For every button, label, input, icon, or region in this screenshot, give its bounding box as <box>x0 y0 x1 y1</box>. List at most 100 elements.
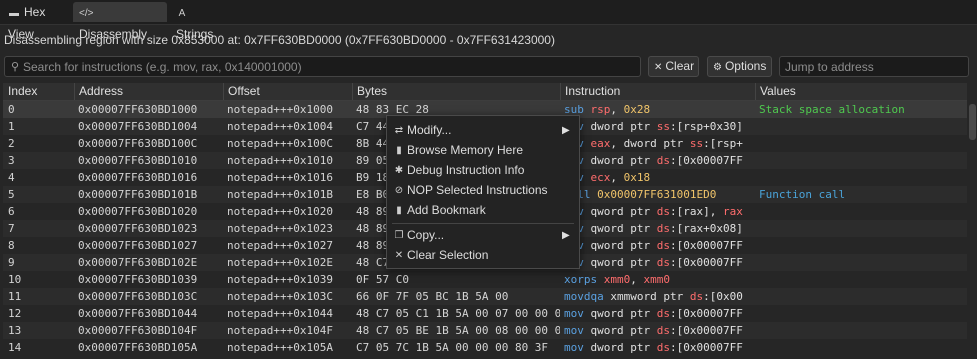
instruction-operand: ds <box>656 341 670 354</box>
menu-item-add-bookmark[interactable]: ▮ Add Bookmark <box>387 201 579 220</box>
region-info: Disassembling region with size 0x853000 … <box>4 33 555 47</box>
row-value: Function call <box>759 188 846 201</box>
row-bytes: 48 C7 05 C1 1B 5A 00 07 00 00 00 <box>356 307 560 320</box>
row-address: 0x00007FF630BD101B <box>78 188 198 201</box>
row-address: 0x00007FF630BD1023 <box>78 222 198 235</box>
menu-item-copy[interactable]: ❐ Copy... ▶ <box>387 226 579 245</box>
menu-item-debug-instruction-info[interactable]: ✱ Debug Instruction Info <box>387 161 579 180</box>
row-index: 0 <box>8 103 15 116</box>
tab-strings[interactable]: AStrings <box>170 2 230 41</box>
jump-to-address-input[interactable] <box>785 59 963 75</box>
table-row[interactable]: 12 0x00007FF630BD1044 notepad+++0x1044 48 C… <box>3 305 967 322</box>
column-header-address[interactable]: Address <box>74 83 223 100</box>
instruction-operand: rsp <box>590 103 611 116</box>
row-value <box>755 339 967 356</box>
search-input[interactable] <box>23 59 633 75</box>
row-instruction: movdqa xmmword ptr ds:[0x00 <box>560 288 755 305</box>
instruction-operand: ds <box>656 239 670 252</box>
column-header-index[interactable]: Index <box>3 83 74 100</box>
row-index: 9 <box>8 256 15 269</box>
instruction-operand: :[0x00007FF <box>669 324 743 337</box>
table-header: Index Address Offset Bytes Instruction V… <box>3 83 967 101</box>
row-offset: notepad+++0x1039 <box>227 273 333 286</box>
instruction-operand: :[rax], <box>669 205 723 218</box>
instruction-operand: :[0x00 <box>703 290 743 303</box>
instruction-operand: qword ptr <box>590 324 657 337</box>
table-row[interactable]: 14 0x00007FF630BD105A notepad+++0x105A C7 0… <box>3 339 967 356</box>
instruction-operand: ds <box>656 256 670 269</box>
table-row[interactable]: 10 0x00007FF630BD1039 notepad+++0x1039 0F 5… <box>3 271 967 288</box>
instruction-operand: ds <box>656 205 670 218</box>
row-instruction: mov dword ptr ds:[0x00007FF <box>560 339 755 356</box>
instruction-operand: ds <box>656 222 670 235</box>
menu-item-label: NOP Selected Instructions <box>407 183 548 197</box>
row-offset: notepad+++0x105A <box>227 341 333 354</box>
row-value <box>755 203 967 220</box>
row-address: 0x00007FF630BD1020 <box>78 205 198 218</box>
tab-hex-view[interactable]: ▬ Hex View <box>2 2 70 41</box>
instruction-operand: xmm0 <box>643 273 671 286</box>
row-instruction: sub rsp, 0x28 <box>560 101 755 118</box>
row-address: 0x00007FF630BD103C <box>78 290 198 303</box>
row-index: 13 <box>8 324 22 337</box>
instruction-mnemonic: mov <box>564 341 584 354</box>
row-offset: notepad+++0x104F <box>227 324 333 337</box>
row-value <box>755 220 967 237</box>
row-index: 5 <box>8 188 15 201</box>
table-row[interactable]: 13 0x00007FF630BD104F notepad+++0x104F 48 C… <box>3 322 967 339</box>
jump-to-address-box[interactable] <box>779 56 969 77</box>
menu-item-nop-selected-instructions[interactable]: ⊘ NOP Selected Instructions <box>387 181 579 200</box>
instruction-operand: , dword ptr <box>610 137 690 150</box>
close-icon: ✕ <box>654 62 663 73</box>
row-bytes: 0F 57 C0 <box>356 273 409 286</box>
instruction-operand: qword ptr <box>590 256 657 269</box>
block-icon: ⊘ <box>394 185 404 196</box>
row-value <box>755 271 967 288</box>
row-value <box>755 169 967 186</box>
instruction-operand: qword ptr <box>590 307 657 320</box>
instruction-operand: , <box>610 171 624 184</box>
menu-separator <box>392 223 574 224</box>
row-instruction: call 0x00007FF631001ED0 <box>560 186 755 203</box>
menu-item-modify[interactable]: ⇄ Modify... ▶ <box>387 121 579 140</box>
row-address: 0x00007FF630BD102E <box>78 256 198 269</box>
column-header-instruction[interactable]: Instruction <box>560 83 755 100</box>
menu-item-clear-selection[interactable]: ✕ Clear Selection <box>387 246 579 265</box>
row-offset: notepad+++0x1044 <box>227 307 333 320</box>
row-instruction: mov dword ptr ss:[rsp+0x30] <box>560 118 755 135</box>
instruction-operand: ss <box>656 120 670 133</box>
menu-item-browse-memory-here[interactable]: ▮ Browse Memory Here <box>387 141 579 160</box>
menu-item-label: Browse Memory Here <box>407 143 524 157</box>
column-header-offset[interactable]: Offset <box>223 83 352 100</box>
row-offset: notepad+++0x1016 <box>227 171 333 184</box>
instruction-operand: ds <box>689 290 704 303</box>
column-header-values[interactable]: Values <box>755 83 967 100</box>
row-index: 12 <box>8 307 22 320</box>
table-row[interactable]: 11 0x00007FF630BD103C notepad+++0x103C 66 0… <box>3 288 967 305</box>
copy-icon: ❐ <box>394 230 404 241</box>
row-address: 0x00007FF630BD1044 <box>78 307 198 320</box>
row-offset: notepad+++0x1000 <box>227 103 333 116</box>
search-box[interactable]: ⚲ <box>4 56 641 77</box>
row-offset: notepad+++0x1020 <box>227 205 333 218</box>
instruction-mnemonic: movdqa <box>564 290 604 303</box>
row-offset: notepad+++0x1023 <box>227 222 333 235</box>
instruction-operand: xmmword ptr <box>610 290 690 303</box>
row-index: 14 <box>8 341 22 354</box>
options-button[interactable]: ⚙ Options <box>707 56 772 77</box>
scrollbar-thumb[interactable] <box>969 104 976 140</box>
row-address: 0x00007FF630BD105A <box>78 341 198 354</box>
tab-disassembly[interactable]: </>Disassembly <box>73 2 167 41</box>
row-instruction: mov qword ptr ds:[rax+0x08] <box>560 220 755 237</box>
row-value <box>755 254 967 271</box>
submenu-arrow-icon: ▶ <box>562 125 570 136</box>
row-value <box>755 322 967 339</box>
clear-button[interactable]: ✕ Clear <box>648 56 699 77</box>
column-header-bytes[interactable]: Bytes <box>352 83 560 100</box>
row-instruction: mov qword ptr ds:[rax], rax <box>560 203 755 220</box>
row-address: 0x00007FF630BD1027 <box>78 239 198 252</box>
options-label: Options <box>724 59 767 73</box>
row-instruction: mov eax, dword ptr ss:[rsp+ <box>560 135 755 152</box>
row-value <box>755 118 967 135</box>
instruction-operand: :[0x00007FF <box>669 341 743 354</box>
